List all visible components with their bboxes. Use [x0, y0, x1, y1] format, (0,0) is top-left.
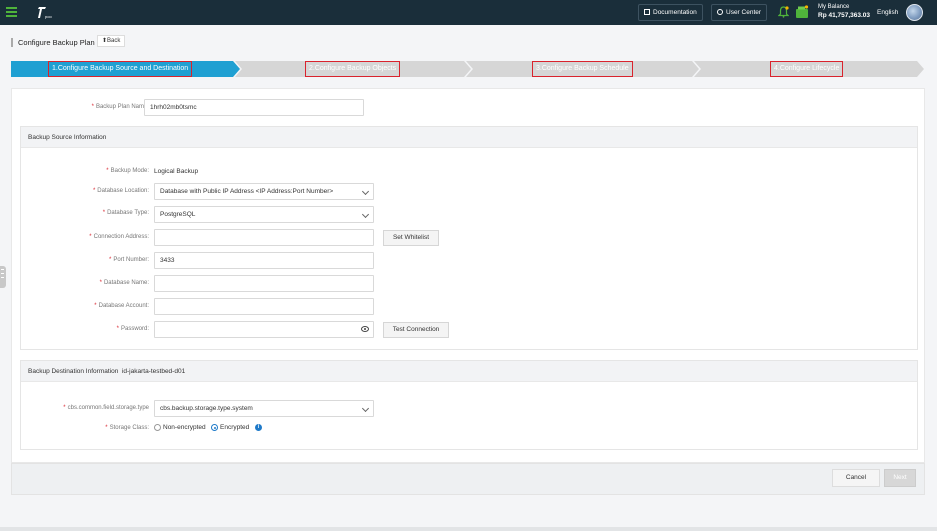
conn-addr-label-text: Connection Address: [93, 234, 149, 240]
password-input[interactable] [154, 321, 374, 338]
user-center-button[interactable]: User Center [711, 4, 768, 21]
documentation-button[interactable]: Documentation [638, 4, 703, 21]
encrypted-label[interactable]: Encrypted [220, 424, 249, 431]
user-icon [717, 9, 723, 15]
side-panel-handle[interactable] [0, 266, 6, 288]
db-type-label: * Database Type: [102, 210, 149, 216]
avatar[interactable] [906, 4, 923, 21]
documentation-label: Documentation [653, 9, 697, 16]
password-label-text: Password: [120, 326, 149, 332]
db-name-label: * Database Name: [99, 280, 149, 286]
storage-type-select[interactable]: cbs.backup.storage.type.system [154, 400, 374, 417]
bell-icon[interactable] [778, 6, 789, 18]
balance-value[interactable]: Rp 41,757,363.03 [818, 12, 870, 19]
footer-bar [11, 463, 925, 495]
bottom-strip [0, 527, 937, 531]
storage-type-value: cbs.backup.storage.type.system [160, 405, 253, 412]
chevron-down-icon [361, 187, 370, 196]
plan-name-input[interactable]: 1hrh02mb0tsmc [144, 99, 364, 116]
dest-region: id-jakarta-testbed-d01 [121, 368, 186, 375]
step-4[interactable]: 4.Configure Lifecycle [770, 61, 844, 77]
step-bar: 1.Configure Backup Source and Destinatio… [11, 60, 925, 78]
step-3[interactable]: 3.Configure Backup Schedule [532, 61, 633, 77]
db-type-label-text: Database Type: [107, 210, 149, 216]
dest-section-title: Backup Destination Information [28, 368, 119, 375]
db-type-select[interactable]: PostgreSQL [154, 206, 374, 223]
conn-addr-label: * Connection Address: [89, 234, 149, 240]
db-account-label-text: Database Account: [98, 303, 149, 309]
port-label-text: Port Number: [113, 257, 149, 263]
step-2[interactable]: 2.Configure Backup Objects [305, 61, 401, 77]
backup-mode-value: Logical Backup [154, 168, 199, 175]
info-icon[interactable]: i [255, 424, 262, 431]
db-location-label: * Database Location: [92, 188, 149, 194]
document-icon [644, 9, 650, 15]
form-panel: * Backup Plan Name: 1hrh02mb0tsmc Backup … [11, 88, 925, 463]
password-label: * Password: [116, 326, 149, 332]
storage-type-label: * cbs.common.field.storage.type [63, 405, 149, 411]
backup-source-heading: Backup Source Information [21, 127, 917, 148]
db-type-value: PostgreSQL [160, 211, 196, 218]
eye-icon[interactable] [361, 326, 369, 332]
plan-name-label: * Backup Plan Name: [91, 104, 149, 110]
db-account-label: * Database Account: [94, 303, 149, 309]
back-button[interactable]: ⬆Back [97, 35, 126, 47]
cancel-button[interactable]: Cancel [832, 469, 880, 487]
next-button[interactable]: Next [884, 469, 916, 487]
backup-mode-label-text: Backup Mode: [110, 168, 149, 174]
logo-icon[interactable]: poo [37, 5, 55, 20]
port-number-input[interactable]: 3433 [154, 252, 374, 269]
backup-mode-label: * Backup Mode: [106, 168, 149, 174]
storage-class-label: * Storage Class: [105, 425, 149, 431]
wallet-icon[interactable] [795, 5, 809, 19]
storage-type-label-text: cbs.common.field.storage.type [67, 405, 149, 411]
storage-class-label-text: Storage Class: [109, 425, 149, 431]
encrypted-radio[interactable] [211, 424, 218, 431]
set-whitelist-button[interactable]: Set Whitelist [383, 230, 439, 246]
top-bar: poo Documentation User Center My Balance… [0, 0, 937, 25]
page-title: Configure Backup Plan [11, 38, 95, 47]
connection-address-input[interactable] [154, 229, 374, 246]
chevron-down-icon [361, 210, 370, 219]
db-location-label-text: Database Location: [97, 188, 149, 194]
balance-label: My Balance [818, 4, 850, 10]
test-connection-button[interactable]: Test Connection [383, 322, 449, 338]
non-encrypted-radio[interactable] [154, 424, 161, 431]
step-1[interactable]: 1.Configure Backup Source and Destinatio… [48, 61, 193, 77]
svg-text:poo: poo [45, 14, 52, 19]
db-location-select[interactable]: Database with Public IP Address <IP Addr… [154, 183, 374, 200]
language-selector[interactable]: English [877, 9, 898, 16]
database-account-input[interactable] [154, 298, 374, 315]
menu-icon[interactable] [6, 7, 17, 17]
back-label: Back [107, 38, 121, 44]
db-location-value: Database with Public IP Address <IP Addr… [160, 188, 334, 195]
user-center-label: User Center [726, 9, 762, 16]
db-name-label-text: Database Name: [103, 280, 149, 286]
plan-name-label-text: Backup Plan Name: [95, 104, 149, 110]
port-label: * Port Number: [108, 257, 149, 263]
backup-destination-heading: Backup Destination Information id-jakart… [21, 361, 917, 382]
chevron-down-icon [361, 404, 370, 413]
non-encrypted-label[interactable]: Non-encrypted [163, 424, 206, 431]
database-name-input[interactable] [154, 275, 374, 292]
